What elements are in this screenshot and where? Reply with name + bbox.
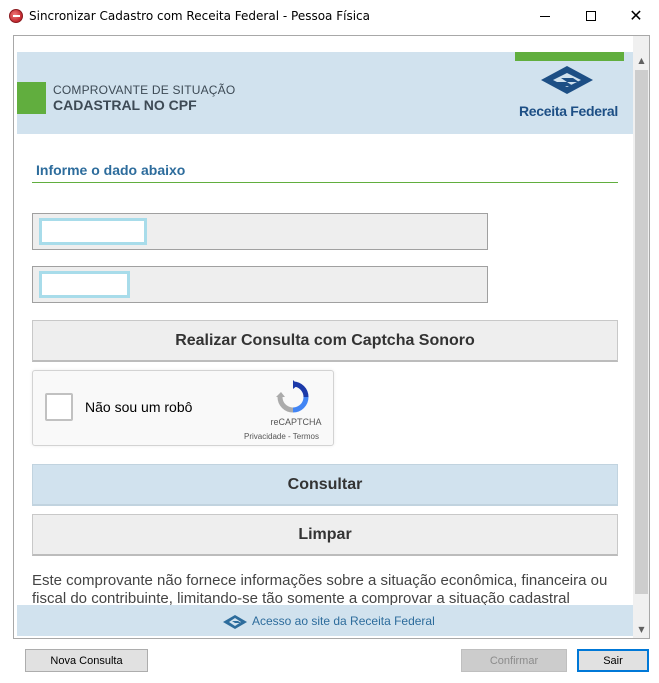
banner-accent-top xyxy=(515,52,624,61)
recaptcha-widget: Não sou um robô reCAPTCHA Privacidade - … xyxy=(32,370,334,446)
minimize-button[interactable] xyxy=(522,0,568,32)
birthdate-input[interactable] xyxy=(32,266,488,303)
scrollbar-thumb[interactable] xyxy=(635,70,648,594)
vertical-scrollbar[interactable]: ▲ ▼ xyxy=(633,36,649,638)
header-banner: COMPROVANTE DE SITUAÇÃO CADASTRAL NO CPF… xyxy=(17,52,633,134)
sair-button[interactable]: Sair xyxy=(577,649,649,672)
browser-frame: COMPROVANTE DE SITUAÇÃO CADASTRAL NO CPF… xyxy=(13,35,650,639)
scroll-down-icon[interactable]: ▼ xyxy=(633,621,649,638)
close-icon: ✕ xyxy=(629,6,643,25)
nova-consulta-button[interactable]: Nova Consulta xyxy=(25,649,148,672)
consultar-button[interactable]: Consultar xyxy=(32,464,618,506)
section-divider xyxy=(32,182,618,183)
minimize-icon xyxy=(540,15,550,17)
receita-federal-brand: Receita Federal xyxy=(519,103,618,119)
footer-bar: Acesso ao site da Receita Federal xyxy=(17,605,633,636)
page-content: COMPROVANTE DE SITUAÇÃO CADASTRAL NO CPF… xyxy=(17,52,633,636)
receita-federal-logo-icon xyxy=(541,66,593,94)
section-title: Informe o dado abaixo xyxy=(36,162,186,178)
scroll-up-icon[interactable]: ▲ xyxy=(633,52,649,69)
recaptcha-logo-icon xyxy=(276,380,309,413)
birthdate-input-value[interactable] xyxy=(39,271,130,298)
recaptcha-brand: reCAPTCHA xyxy=(270,417,322,427)
title-bar: Sincronizar Cadastro com Receita Federal… xyxy=(0,0,659,32)
limpar-button[interactable]: Limpar xyxy=(32,514,618,556)
cpf-input[interactable] xyxy=(32,213,488,250)
window-title: Sincronizar Cadastro com Receita Federal… xyxy=(29,9,370,23)
recaptcha-checkbox[interactable] xyxy=(45,393,73,421)
cpf-input-value[interactable] xyxy=(39,218,147,245)
banner-title-line2: CADASTRAL NO CPF xyxy=(53,97,197,113)
close-button[interactable]: ✕ xyxy=(613,0,659,32)
maximize-icon xyxy=(586,11,596,21)
footer-receita-logo-icon xyxy=(223,615,247,629)
app-icon xyxy=(9,9,23,23)
recaptcha-terms-link[interactable]: Privacidade - Termos xyxy=(244,432,319,441)
receita-site-link[interactable]: Acesso ao site da Receita Federal xyxy=(252,614,435,628)
maximize-button[interactable] xyxy=(568,0,614,32)
banner-accent-left xyxy=(17,82,46,114)
confirmar-button[interactable]: Confirmar xyxy=(461,649,567,672)
banner-title-line1: COMPROVANTE DE SITUAÇÃO xyxy=(53,83,236,97)
audio-captcha-button[interactable]: Realizar Consulta com Captcha Sonoro xyxy=(32,320,618,362)
disclaimer-text: Este comprovante não fornece informações… xyxy=(32,572,608,607)
recaptcha-label: Não sou um robô xyxy=(85,399,193,415)
